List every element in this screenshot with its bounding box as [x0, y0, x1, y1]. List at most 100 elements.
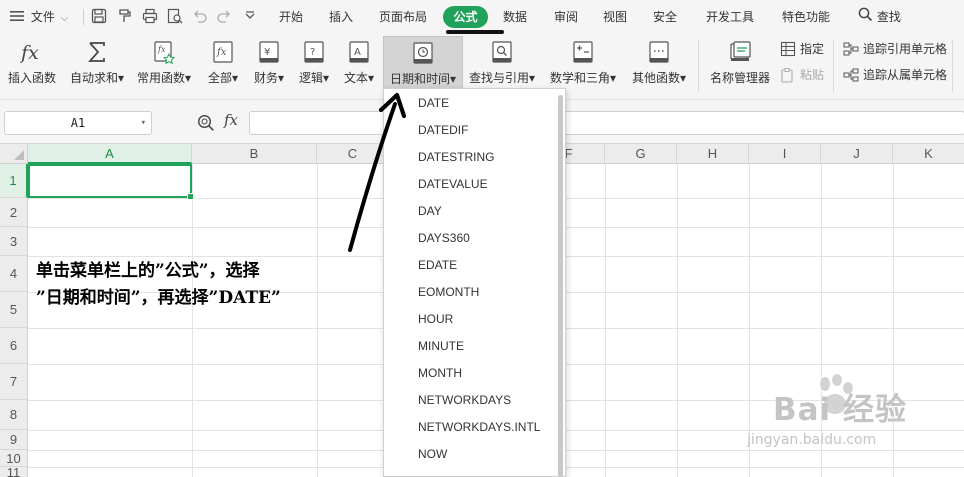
- tab-home[interactable]: 开始: [270, 6, 312, 28]
- column-header-i[interactable]: I: [749, 144, 821, 164]
- name-manager-icon: [728, 40, 752, 64]
- trace-precedents-label: 追踪引用单元格: [863, 42, 948, 56]
- lookup-reference-label: 查找与引用▾: [468, 71, 536, 85]
- svg-text:A: A: [354, 47, 361, 58]
- menu-item-minute[interactable]: MINUTE: [384, 333, 556, 360]
- trace-precedents-icon: [843, 41, 859, 57]
- text-functions-button[interactable]: A 文本▾: [338, 36, 380, 92]
- select-all-corner[interactable]: [0, 144, 28, 164]
- menu-item-networkdays-intl[interactable]: NETWORKDAYS.INTL: [384, 414, 556, 441]
- active-cell-a1[interactable]: [28, 164, 194, 200]
- row-header-9[interactable]: 9: [0, 430, 28, 450]
- tab-page-layout[interactable]: 页面布局: [372, 6, 434, 28]
- tab-developer[interactable]: 开发工具: [700, 6, 760, 28]
- menu-item-datedif[interactable]: DATEDIF: [384, 117, 556, 144]
- menu-item-edate[interactable]: EDATE: [384, 252, 556, 279]
- tab-special-features[interactable]: 特色功能: [776, 6, 836, 28]
- search-button[interactable]: 查找: [858, 0, 901, 34]
- autosum-button[interactable]: 自动求和▾: [66, 36, 128, 92]
- logical-button[interactable]: ? 逻辑▾: [293, 36, 335, 92]
- name-manager-button[interactable]: 名称管理器: [705, 36, 775, 92]
- date-time-label: 日期和时间▾: [389, 72, 457, 86]
- instruction-line-1: 单击菜单栏上的”公式”，选择: [36, 261, 260, 281]
- more-functions-label: 其他函数▾: [631, 71, 687, 85]
- row-header-2[interactable]: 2: [0, 198, 28, 227]
- column-header-c[interactable]: C: [317, 144, 389, 164]
- lookup-reference-button[interactable]: 查找与引用▾: [466, 36, 538, 92]
- zoom-icon[interactable]: [197, 114, 215, 132]
- row-header-11[interactable]: 11: [0, 466, 28, 477]
- column-header-g[interactable]: G: [605, 144, 677, 164]
- save-icon[interactable]: [91, 8, 107, 24]
- row-header-3[interactable]: 3: [0, 227, 28, 256]
- svg-text:fx: fx: [20, 42, 39, 64]
- menu-item-days360[interactable]: DAYS360: [384, 225, 556, 252]
- column-header-k[interactable]: K: [893, 144, 964, 164]
- tab-review[interactable]: 审阅: [545, 6, 587, 28]
- menu-item-datestring[interactable]: DATESTRING: [384, 144, 556, 171]
- name-box-value: A1: [70, 116, 86, 130]
- specify-icon: [780, 41, 796, 57]
- math-trig-button[interactable]: 数学和三角▾: [546, 36, 620, 92]
- format-painter-icon[interactable]: [117, 8, 133, 24]
- fx-icon[interactable]: fx: [224, 111, 238, 129]
- baidu-jingyan-watermark: Bai 经验 jingyan.baidu.com: [745, 372, 955, 462]
- menu-item-month[interactable]: MONTH: [384, 360, 556, 387]
- more-functions-icon: [647, 40, 671, 64]
- tab-data[interactable]: 数据: [494, 6, 536, 28]
- menu-item-now[interactable]: NOW: [384, 441, 556, 468]
- menu-item-date[interactable]: DATE: [384, 90, 556, 117]
- column-header-h[interactable]: H: [677, 144, 749, 164]
- menu-item-eomonth[interactable]: EOMONTH: [384, 279, 556, 306]
- row-header-8[interactable]: 8: [0, 400, 28, 430]
- common-functions-button[interactable]: fx 常用函数▾: [134, 36, 194, 92]
- row-header-4[interactable]: 4: [0, 256, 28, 292]
- fx-icon: fx: [20, 40, 44, 64]
- date-time-button[interactable]: 日期和时间▾: [383, 36, 463, 92]
- lookup-icon: [490, 40, 514, 64]
- insert-function-label: 插入函数: [7, 71, 56, 85]
- trace-dependents-label: 追踪从属单元格: [863, 68, 948, 82]
- row-header-7[interactable]: 7: [0, 364, 28, 400]
- column-header-a[interactable]: A: [28, 144, 192, 164]
- instruction-line-2: ”日期和时间”，再选择”DATE”: [36, 288, 281, 308]
- menu-item-second[interactable]: SECOND: [384, 468, 556, 476]
- print-preview-icon[interactable]: [167, 8, 183, 24]
- row-header-1[interactable]: 1: [0, 164, 28, 198]
- print-icon[interactable]: [142, 8, 158, 24]
- tab-view[interactable]: 视图: [594, 6, 636, 28]
- financial-button[interactable]: ¥ 财务▾: [248, 36, 290, 92]
- menu-item-day[interactable]: DAY: [384, 198, 556, 225]
- row-header-5[interactable]: 5: [0, 292, 28, 328]
- row-header-6[interactable]: 6: [0, 328, 28, 364]
- all-functions-button[interactable]: fx 全部▾: [201, 36, 245, 92]
- file-menu[interactable]: 文件 ⌵: [10, 0, 68, 34]
- menu-scrollbar[interactable]: [558, 95, 563, 476]
- text-function-icon: A: [347, 40, 371, 64]
- divider: [833, 40, 834, 92]
- column-header-b[interactable]: B: [192, 144, 317, 164]
- tab-formulas[interactable]: 公式: [443, 6, 488, 28]
- customize-quick-access-icon[interactable]: [242, 8, 258, 24]
- menu-item-datevalue[interactable]: DATEVALUE: [384, 171, 556, 198]
- search-icon: [858, 1, 873, 35]
- insert-function-button[interactable]: fx 插入函数: [2, 36, 62, 92]
- divider: [83, 9, 84, 25]
- more-functions-button[interactable]: 其他函数▾: [627, 36, 691, 92]
- paste-label: 粘贴: [800, 68, 825, 82]
- sigma-icon: [85, 40, 109, 64]
- column-header-j[interactable]: J: [821, 144, 893, 164]
- tab-security[interactable]: 安全: [644, 6, 686, 28]
- undo-icon[interactable]: [192, 8, 208, 24]
- autosum-label: 自动求和▾: [69, 71, 125, 85]
- menu-item-hour[interactable]: HOUR: [384, 306, 556, 333]
- redo-icon[interactable]: [216, 8, 232, 24]
- divider: [698, 40, 699, 92]
- menu-item-networkdays[interactable]: NETWORKDAYS: [384, 387, 556, 414]
- svg-text:fx: fx: [157, 45, 166, 54]
- formula-input[interactable]: [249, 111, 964, 135]
- chevron-down-icon: ⌵: [60, 13, 69, 24]
- tab-insert[interactable]: 插入: [320, 6, 362, 28]
- svg-text:¥: ¥: [264, 47, 270, 58]
- name-box[interactable]: A1 ▾: [4, 111, 152, 135]
